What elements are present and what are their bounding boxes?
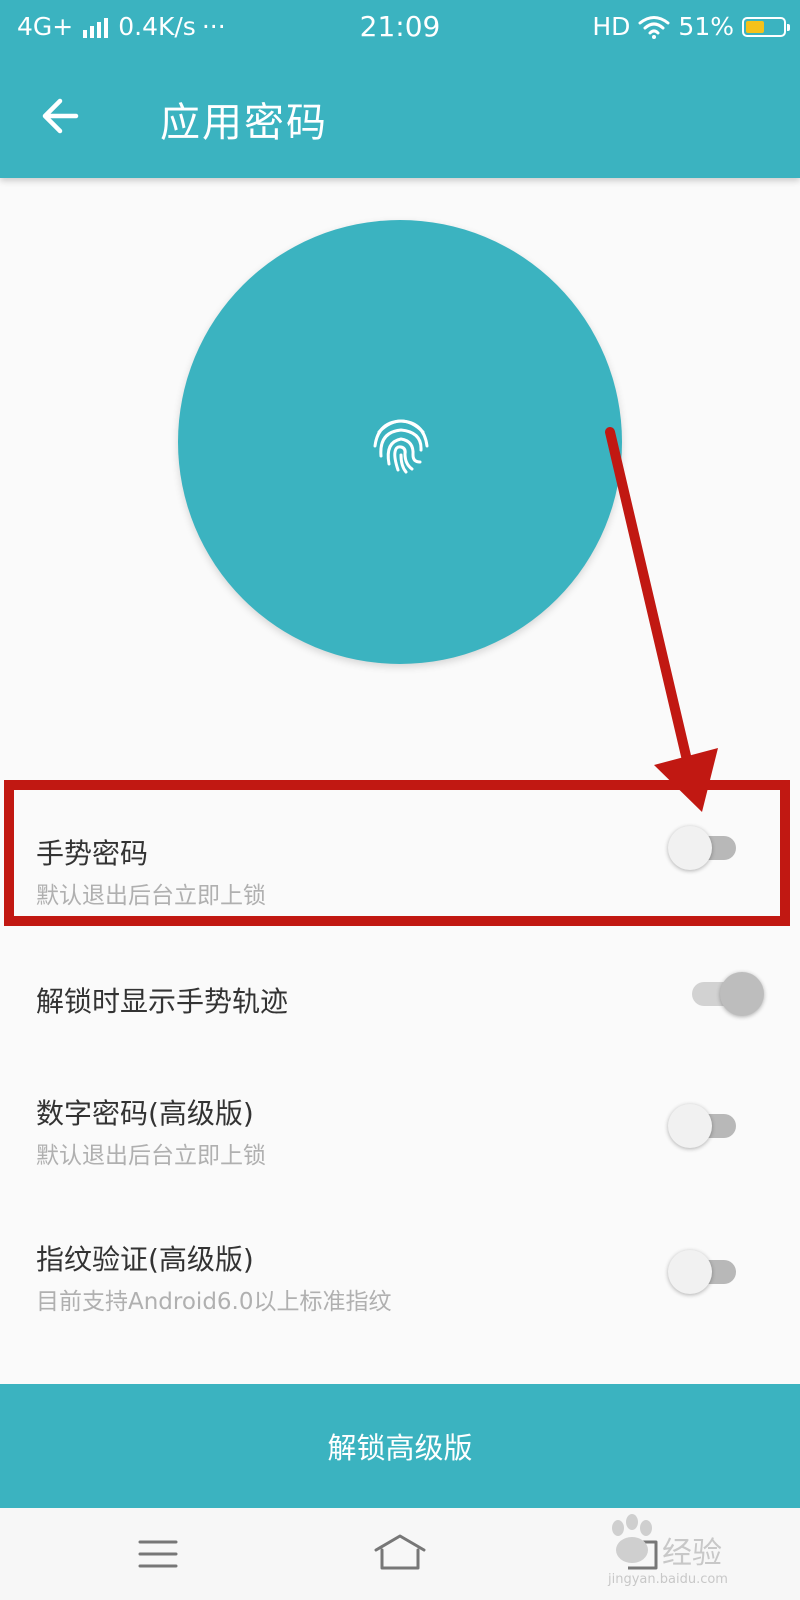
- setting-numeric-password[interactable]: 数字密码(高级版) 默认退出后台立即上锁: [0, 1060, 800, 1196]
- toggle-thumb: [668, 1104, 712, 1148]
- nav-menu-button[interactable]: [128, 1528, 188, 1580]
- watermark-url: jingyan.baidu.com: [608, 1572, 728, 1587]
- setting-show-gesture-trail[interactable]: 解锁时显示手势轨迹: [0, 930, 800, 1056]
- status-bar: 4G+ 0.4K/s ··· 21:09 HD 51%: [0, 0, 800, 56]
- nav-home-button[interactable]: [370, 1528, 430, 1580]
- annotation-highlight-box: [4, 780, 790, 926]
- setting-title: 解锁时显示手势轨迹: [36, 985, 289, 1018]
- setting-fingerprint-verify[interactable]: 指纹验证(高级版) 目前支持Android6.0以上标准指纹: [0, 1206, 800, 1342]
- page-title: 应用密码: [160, 100, 328, 146]
- fingerprint-icon: [373, 419, 429, 474]
- arrow-left-icon: [42, 98, 79, 134]
- show-trail-toggle[interactable]: [684, 972, 764, 1016]
- toggle-thumb: [720, 972, 764, 1016]
- home-icon: [374, 1534, 426, 1570]
- fingerprint-verify-toggle[interactable]: [668, 1250, 744, 1294]
- battery-level: [746, 20, 765, 33]
- wifi-icon: [638, 15, 670, 39]
- setting-subtitle: 默认退出后台立即上锁: [36, 1143, 266, 1169]
- numeric-password-toggle[interactable]: [668, 1104, 744, 1148]
- app-header: 4G+ 0.4K/s ··· 21:09 HD 51% 应用密码: [0, 0, 800, 178]
- unlock-premium-button[interactable]: 解锁高级版: [0, 1384, 800, 1508]
- back-button[interactable]: [34, 88, 90, 144]
- battery-icon: [742, 16, 790, 37]
- toggle-thumb: [668, 1250, 712, 1294]
- paw-logo-icon: [612, 1514, 652, 1563]
- status-right: HD 51%: [592, 12, 790, 41]
- setting-title: 指纹验证(高级版): [36, 1243, 254, 1276]
- menu-icon: [138, 1540, 178, 1568]
- setting-subtitle: 目前支持Android6.0以上标准指纹: [36, 1289, 392, 1315]
- watermark: 经验 jingyan.baidu.com: [604, 1506, 764, 1590]
- fingerprint-button[interactable]: [178, 220, 622, 664]
- watermark-text: 经验: [662, 1536, 722, 1571]
- battery-percent: 51%: [678, 12, 734, 41]
- setting-title: 数字密码(高级版): [36, 1097, 254, 1130]
- hd-label: HD: [592, 12, 631, 41]
